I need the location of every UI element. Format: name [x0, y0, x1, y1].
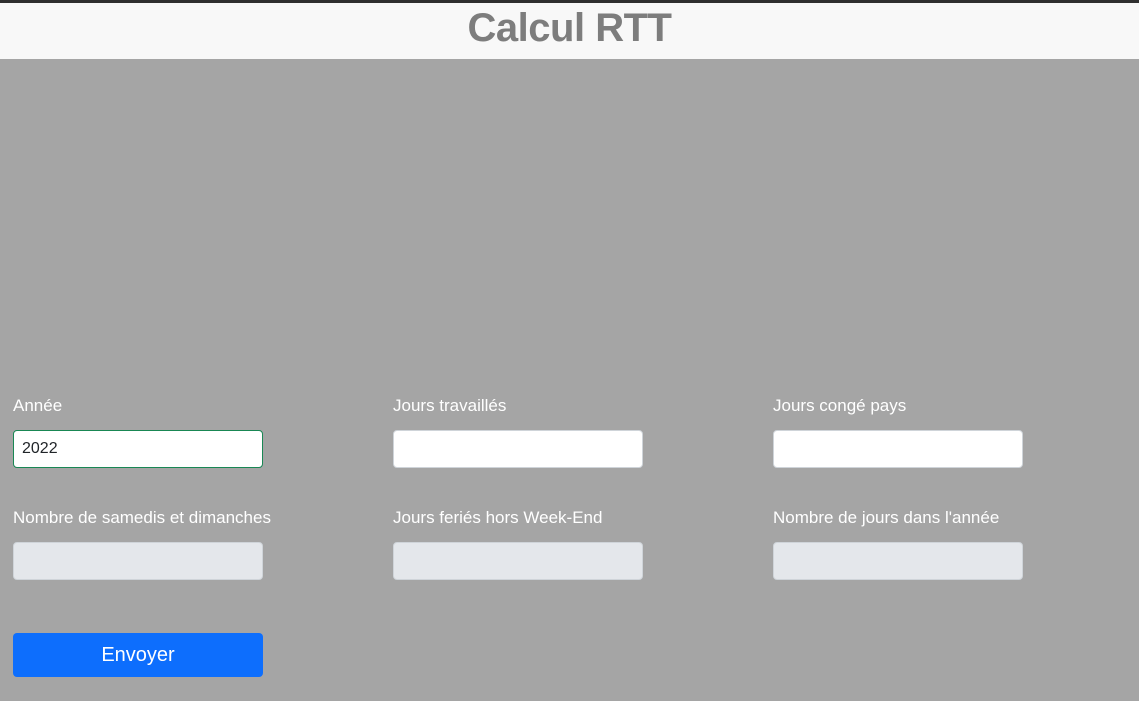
annee-input[interactable]: [13, 430, 263, 468]
jours-conge-pays-input[interactable]: [773, 430, 1023, 468]
jours-annee-input: [773, 542, 1023, 580]
jours-feries-input: [393, 542, 643, 580]
jours-feries-label: Jours feriés hors Week-End: [393, 508, 603, 527]
page-header: Calcul RTT: [0, 3, 1139, 59]
page-title: Calcul RTT: [467, 6, 672, 50]
annee-label: Année: [13, 396, 63, 415]
jours-conge-pays-label: Jours congé pays: [773, 396, 907, 415]
jours-travailles-input[interactable]: [393, 430, 643, 468]
jours-annee-label: Nombre de jours dans l'année: [773, 508, 1000, 527]
samedis-dimanches-input: [13, 542, 263, 580]
envoyer-button[interactable]: Envoyer: [13, 633, 263, 677]
jours-travailles-label: Jours travaillés: [393, 396, 507, 415]
samedis-dimanches-label: Nombre de samedis et dimanches: [13, 508, 271, 527]
